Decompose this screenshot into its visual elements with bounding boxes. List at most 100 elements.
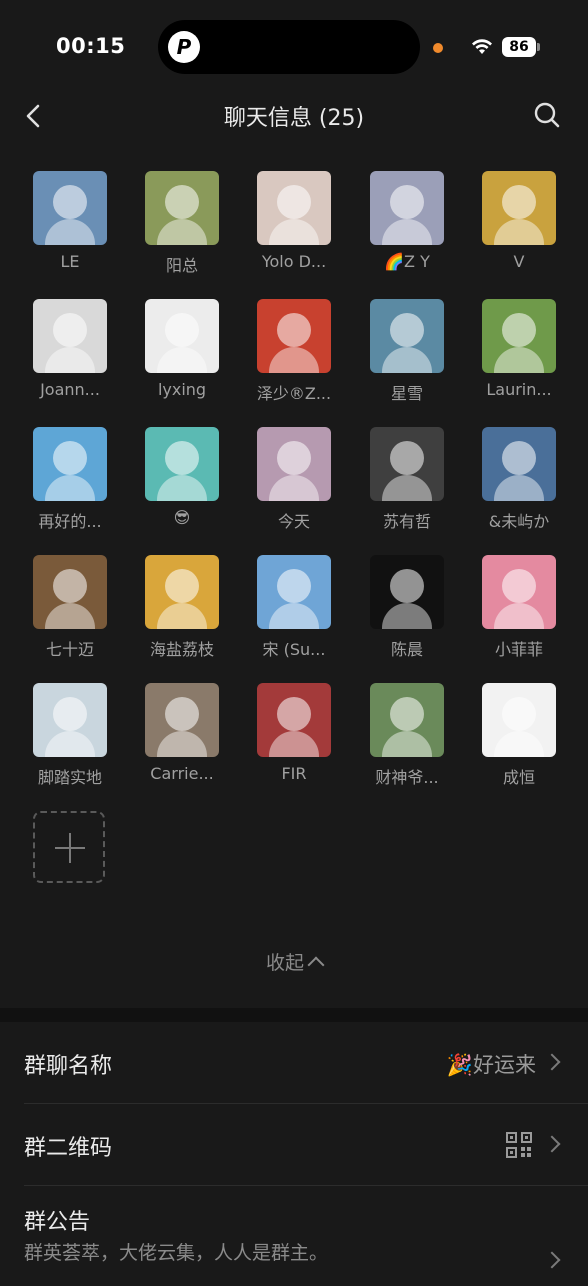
avatar <box>145 171 219 245</box>
member-item[interactable]: 😎 <box>132 427 232 527</box>
member-item[interactable]: 阳总 <box>132 171 232 276</box>
avatar-face <box>165 441 199 475</box>
member-item[interactable]: lyxing <box>132 299 232 399</box>
avatar-body <box>269 219 319 245</box>
member-name: 星雪 <box>390 384 423 403</box>
app-logo-icon: P <box>168 31 200 63</box>
avatar-body <box>382 347 432 373</box>
avatar-body <box>45 731 95 757</box>
member-item[interactable]: 宋 (Su... <box>244 555 344 660</box>
member-name: 泽少®Z... <box>256 384 332 403</box>
search-icon[interactable] <box>530 98 564 132</box>
member-name: 小菲菲 <box>494 640 543 659</box>
member-item[interactable]: 🌈Z Y <box>357 171 457 271</box>
status-bar: 00:15 P 86 <box>0 0 588 90</box>
member-name: 苏有哲 <box>382 512 431 531</box>
group-qr-row[interactable]: 群二维码 <box>0 1104 588 1186</box>
avatar <box>482 171 556 245</box>
privacy-indicator-dot <box>433 43 443 53</box>
member-item[interactable]: Joann... <box>20 299 120 399</box>
dynamic-island: P <box>158 20 420 74</box>
member-item[interactable]: Laurin... <box>469 299 569 399</box>
avatar-body <box>45 475 95 501</box>
avatar <box>257 299 331 373</box>
chevron-up-icon <box>307 956 325 974</box>
member-item[interactable]: 脚踏实地 <box>20 683 120 788</box>
member-item[interactable]: LE <box>20 171 120 271</box>
avatar-body <box>45 603 95 629</box>
avatar-body <box>157 731 207 757</box>
page-title: 聊天信息 (25) <box>223 106 365 131</box>
member-name: 财神爷... <box>375 768 439 787</box>
member-item[interactable]: FIR <box>244 683 344 783</box>
battery-tip <box>537 43 540 51</box>
avatar <box>257 171 331 245</box>
chevron-right-icon <box>543 1135 561 1153</box>
member-name: 阳总 <box>165 256 198 275</box>
avatar-face <box>502 313 536 347</box>
avatar-face <box>502 569 536 603</box>
battery-indicator: 86 <box>502 37 536 57</box>
member-item[interactable]: &未屿か <box>469 427 569 532</box>
avatar-face <box>390 185 424 219</box>
avatar-body <box>269 603 319 629</box>
member-name: 宋 (Su... <box>262 640 326 659</box>
avatar <box>370 171 444 245</box>
avatar-body <box>45 347 95 373</box>
member-item[interactable]: V <box>469 171 569 271</box>
member-item[interactable]: 再好的... <box>20 427 120 532</box>
member-item[interactable]: 小菲菲 <box>469 555 569 660</box>
nav-bar: 聊天信息 (25) <box>0 90 588 142</box>
member-item[interactable]: 成恒 <box>469 683 569 788</box>
group-notice-row[interactable]: 群公告 <box>0 1186 588 1286</box>
avatar-face <box>277 569 311 603</box>
member-item[interactable]: Carrie... <box>132 683 232 783</box>
member-item[interactable]: 星雪 <box>357 299 457 404</box>
status-time: 00:15 <box>56 34 126 58</box>
member-item[interactable]: 海盐荔枝 <box>132 555 232 660</box>
avatar-body <box>157 347 207 373</box>
member-item[interactable]: 七十迈 <box>20 555 120 660</box>
member-name: 😎 <box>173 508 191 527</box>
section-separator <box>0 1008 588 1022</box>
avatar-face <box>53 185 87 219</box>
member-item[interactable]: Yolo D... <box>244 171 344 271</box>
avatar-face <box>390 441 424 475</box>
member-item[interactable]: 财神爷... <box>357 683 457 788</box>
avatar-face <box>277 185 311 219</box>
group-name-row[interactable]: 群聊名称 🎉好运来 <box>0 1022 588 1104</box>
member-name: 再好的... <box>38 512 102 531</box>
avatar-body <box>382 475 432 501</box>
avatar <box>145 427 219 501</box>
avatar <box>33 683 107 757</box>
avatar-face <box>502 441 536 475</box>
avatar-body <box>494 731 544 757</box>
member-item[interactable]: 苏有哲 <box>357 427 457 532</box>
avatar-body <box>269 731 319 757</box>
avatar-face <box>165 697 199 731</box>
avatar <box>257 683 331 757</box>
avatar <box>145 683 219 757</box>
avatar-face <box>277 313 311 347</box>
avatar <box>33 427 107 501</box>
member-name: Yolo D... <box>261 252 327 271</box>
avatar-body <box>494 347 544 373</box>
collapse-button[interactable]: 收起 <box>0 948 588 975</box>
avatar-face <box>53 441 87 475</box>
chevron-right-icon <box>543 1053 561 1071</box>
add-member-button[interactable] <box>33 811 105 883</box>
avatar-face <box>390 697 424 731</box>
member-name: Joann... <box>40 380 100 399</box>
avatar-body <box>382 603 432 629</box>
group-notice-text: 群英荟萃，大佬云集，人人是群主。 <box>24 1242 329 1264</box>
member-name: 今天 <box>277 512 310 531</box>
member-item[interactable]: 今天 <box>244 427 344 532</box>
avatar-face <box>502 185 536 219</box>
member-item[interactable]: 陈晨 <box>357 555 457 660</box>
avatar-face <box>53 697 87 731</box>
member-item[interactable]: 泽少®Z... <box>244 299 344 404</box>
avatar-face <box>53 313 87 347</box>
avatar-body <box>157 219 207 245</box>
avatar <box>257 427 331 501</box>
member-name: 脚踏实地 <box>37 768 102 787</box>
